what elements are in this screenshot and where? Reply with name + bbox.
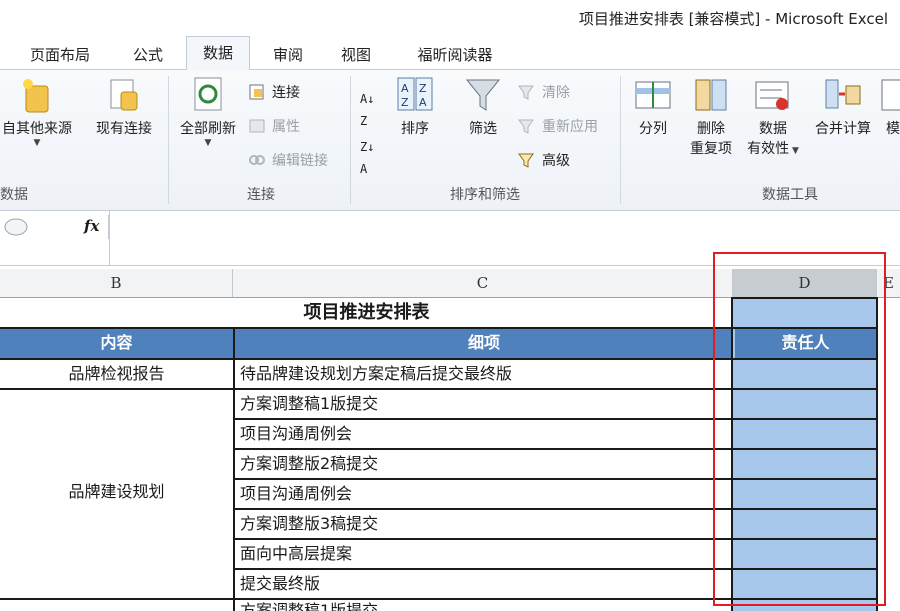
refresh-all-icon — [189, 76, 227, 114]
detail-cell[interactable]: 待品牌建设规划方案定稿后提交最终版 — [240, 360, 730, 388]
data-validation-label-2: 有效性 ▼ — [747, 141, 799, 157]
properties-button[interactable]: 属性 — [248, 116, 300, 138]
reapply-label: 重新应用 — [542, 119, 598, 135]
group-name-cell[interactable]: 品牌建设规划 — [0, 478, 233, 506]
clear-filter-label: 清除 — [542, 85, 570, 101]
tab-view[interactable]: 视图 — [326, 42, 386, 68]
group-separator — [350, 76, 351, 204]
reapply-button[interactable]: 重新应用 — [518, 116, 598, 138]
sort-za-icon[interactable]: Z↓ A — [360, 136, 374, 176]
data-validation-icon — [754, 76, 792, 114]
column-header-c[interactable]: C — [233, 269, 733, 297]
detail-cell[interactable]: 方案调整版2稿提交 — [240, 450, 730, 478]
sort-az-icon[interactable]: A↓ Z — [360, 88, 374, 128]
svg-text:A: A — [419, 96, 427, 109]
window-title: 项目推进安排表 [兼容模式] - Microsoft Excel — [578, 10, 888, 28]
group-separator — [168, 76, 169, 204]
what-if-icon — [878, 76, 900, 114]
ribbon-tabs: 页面布局 公式 数据 审阅 视图 福昕阅读器 — [0, 36, 900, 71]
sheet-title[interactable]: 项目推进安排表 — [0, 299, 733, 327]
remove-duplicates-icon — [692, 76, 730, 114]
advanced-filter-label: 高级 — [542, 153, 570, 169]
existing-connections-icon — [105, 76, 143, 114]
remove-duplicates-label-2: 重复项 — [690, 141, 732, 157]
text-to-columns-label: 分列 — [639, 121, 667, 137]
edit-links-icon — [248, 152, 266, 168]
properties-icon — [248, 118, 266, 134]
tab-review[interactable]: 审阅 — [258, 42, 318, 68]
consolidate-icon — [824, 76, 862, 114]
data-validation-label-1: 数据 — [759, 121, 787, 137]
ribbon: 自其他来源 ▼ 现有连接 数据 全部刷新 ▼ 连接 属性 编辑链接 连接 A↓ Z… — [0, 70, 900, 211]
refresh-all-label: 全部刷新 — [180, 121, 236, 137]
group-label-connections: 连接 — [247, 187, 275, 203]
detail-cell[interactable]: 提交最终版 — [240, 570, 730, 598]
other-sources-label: 自其他来源 — [2, 121, 72, 137]
detail-cell[interactable]: 方案调整版3稿提交 — [240, 510, 730, 538]
reapply-icon — [518, 118, 536, 134]
title-bar: 项目推进安排表 [兼容模式] - Microsoft Excel — [0, 0, 900, 36]
properties-label: 属性 — [272, 119, 300, 135]
remove-duplicates-label-1: 删除 — [697, 121, 725, 137]
group-label-data-tools: 数据工具 — [762, 187, 818, 203]
filter-label: 筛选 — [469, 121, 497, 137]
tab-data[interactable]: 数据 — [186, 36, 250, 71]
cell-border — [233, 327, 235, 611]
advanced-filter-button[interactable]: 高级 — [518, 150, 570, 172]
group-label-data: 数据 — [0, 187, 28, 203]
column-header-b[interactable]: B — [0, 269, 233, 297]
sort-label: 排序 — [401, 121, 429, 137]
edit-links-button[interactable]: 编辑链接 — [248, 150, 328, 172]
tab-foxit-reader[interactable]: 福昕阅读器 — [400, 42, 510, 68]
header-detail[interactable]: 细项 — [235, 329, 733, 358]
dropdown-caret-icon: ▼ — [33, 138, 41, 148]
svg-text:Z: Z — [419, 82, 427, 95]
group-name-cell[interactable]: 品牌检视报告 — [0, 360, 233, 388]
remove-duplicates-button[interactable]: 删除 重复项 — [682, 76, 740, 158]
dropdown-caret-icon: ▼ — [204, 138, 212, 148]
group-label-sort-filter: 排序和筛选 — [450, 187, 520, 203]
other-sources-icon — [18, 76, 56, 114]
consolidate-label: 合并计算 — [815, 121, 871, 137]
text-to-columns-icon — [634, 76, 672, 114]
what-if-button[interactable]: 模 — [878, 76, 900, 138]
filter-button[interactable]: 筛选 — [458, 76, 508, 138]
clear-filter-button[interactable]: 清除 — [518, 82, 570, 104]
header-content[interactable]: 内容 — [0, 329, 233, 358]
dropdown-caret-icon: ▼ — [789, 146, 799, 156]
consolidate-button[interactable]: 合并计算 — [808, 76, 878, 138]
existing-connections-label: 现有连接 — [96, 121, 152, 137]
refresh-all-button[interactable]: 全部刷新 ▼ — [172, 76, 244, 148]
connections-icon — [248, 84, 266, 100]
existing-connections-button[interactable]: 现有连接 — [86, 76, 162, 138]
edit-links-label: 编辑链接 — [272, 153, 328, 169]
sort-icon: AZZA — [396, 76, 434, 114]
tab-page-layout[interactable]: 页面布局 — [14, 42, 106, 68]
other-sources-button[interactable]: 自其他来源 ▼ — [0, 76, 82, 148]
detail-cell[interactable]: 项目沟通周例会 — [240, 480, 730, 508]
svg-text:A: A — [401, 82, 409, 95]
fx-icon[interactable]: fx — [84, 217, 99, 235]
detail-cell[interactable]: 方案调整稿1版提交 — [240, 390, 730, 418]
clear-filter-icon — [518, 84, 536, 100]
data-validation-button[interactable]: 数据 有效性 ▼ — [742, 76, 804, 158]
funnel-icon — [464, 76, 502, 114]
group-separator — [620, 76, 621, 204]
connections-label: 连接 — [272, 85, 300, 101]
detail-cell[interactable]: 项目沟通周例会 — [240, 420, 730, 448]
what-if-label: 模 — [886, 121, 900, 137]
connections-button[interactable]: 连接 — [248, 82, 300, 104]
advanced-filter-icon — [518, 152, 536, 168]
text-to-columns-button[interactable]: 分列 — [628, 76, 678, 138]
svg-text:Z: Z — [401, 96, 409, 109]
detail-cell[interactable]: 面向中高层提案 — [240, 540, 730, 568]
highlight-box — [713, 252, 886, 606]
name-box-dropdown-icon — [4, 218, 28, 236]
detail-cell-partial[interactable]: 方案调整稿1版提交 — [240, 599, 730, 611]
tab-formulas[interactable]: 公式 — [118, 42, 178, 68]
sort-button[interactable]: AZZA 排序 — [390, 76, 440, 138]
